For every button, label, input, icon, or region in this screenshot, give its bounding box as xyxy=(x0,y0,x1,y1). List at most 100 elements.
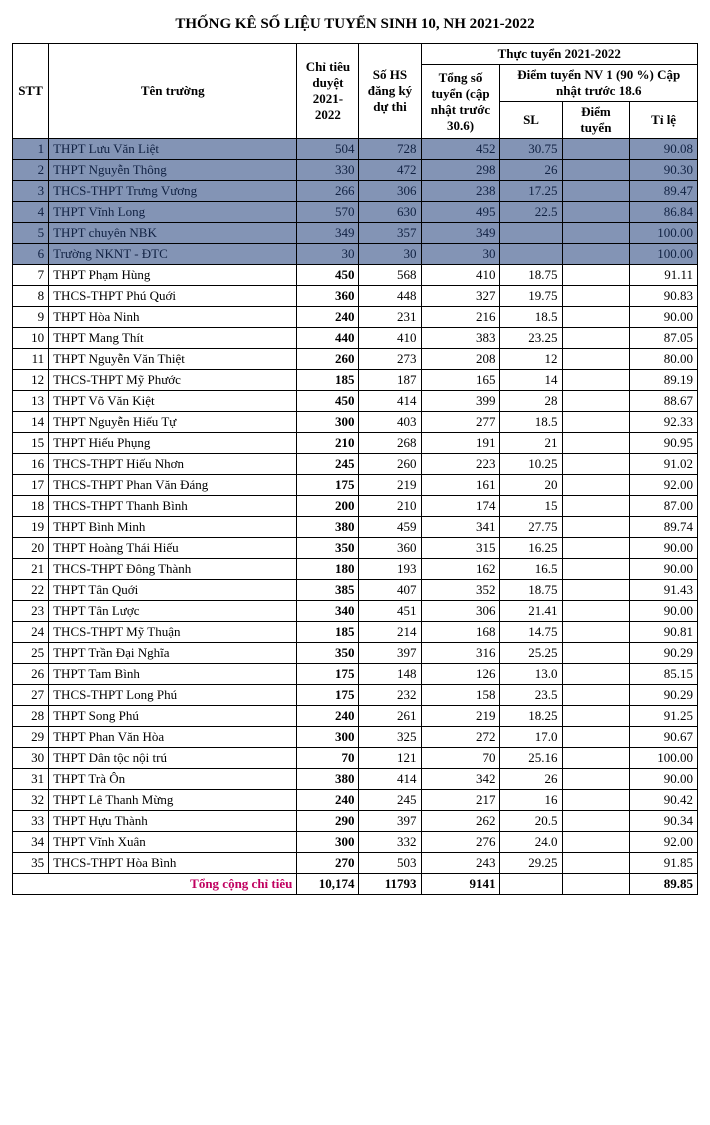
table-cell: 245 xyxy=(297,454,359,475)
table-cell: 349 xyxy=(421,223,500,244)
table-cell: 5 xyxy=(13,223,49,244)
table-cell: 450 xyxy=(297,265,359,286)
table-cell xyxy=(562,412,630,433)
table-row: 32THPT Lê Thanh Mừng2402452171690.42 xyxy=(13,790,698,811)
table-cell: 208 xyxy=(421,349,500,370)
table-cell: 341 xyxy=(421,517,500,538)
table-cell: 261 xyxy=(359,706,421,727)
table-cell: THPT Hiếu Phụng xyxy=(49,433,297,454)
table-cell: 162 xyxy=(421,559,500,580)
table-cell: THPT Mang Thít xyxy=(49,328,297,349)
table-row: 27THCS-THPT Long Phú17523215823.590.29 xyxy=(13,685,698,706)
table-cell: THCS-THPT Phan Văn Đáng xyxy=(49,475,297,496)
table-cell: 91.11 xyxy=(630,265,698,286)
table-cell: 17.25 xyxy=(500,181,562,202)
table-cell xyxy=(562,223,630,244)
table-cell: THPT Bình Minh xyxy=(49,517,297,538)
table-cell: 440 xyxy=(297,328,359,349)
table-cell: 26 xyxy=(500,160,562,181)
table-cell: 26 xyxy=(500,769,562,790)
table-cell: 80.00 xyxy=(630,349,698,370)
header-so-hs: Số HS đăng ký dự thi xyxy=(359,44,421,139)
table-row: 16THCS-THPT Hiếu Nhơn24526022310.2591.02 xyxy=(13,454,698,475)
table-cell: THCS-THPT Long Phú xyxy=(49,685,297,706)
table-cell: 260 xyxy=(359,454,421,475)
table-cell: 360 xyxy=(297,286,359,307)
table-cell xyxy=(562,286,630,307)
table-cell: 270 xyxy=(297,853,359,874)
total-cell: 9141 xyxy=(421,874,500,895)
table-row: 30THPT Dân tộc nội trú701217025.16100.00 xyxy=(13,748,698,769)
table-cell: 219 xyxy=(421,706,500,727)
table-cell: 23.5 xyxy=(500,685,562,706)
table-cell: 21 xyxy=(13,559,49,580)
table-cell xyxy=(562,685,630,706)
table-cell: 20 xyxy=(13,538,49,559)
table-cell: 126 xyxy=(421,664,500,685)
table-cell: 17.0 xyxy=(500,727,562,748)
table-row: 7THPT Phạm Hùng45056841018.7591.11 xyxy=(13,265,698,286)
table-cell: 30 xyxy=(13,748,49,769)
table-cell: THCS-THPT Mỹ Phước xyxy=(49,370,297,391)
table-cell xyxy=(562,370,630,391)
table-cell: 380 xyxy=(297,517,359,538)
table-cell: 238 xyxy=(421,181,500,202)
table-cell: 91.02 xyxy=(630,454,698,475)
table-cell: 27 xyxy=(13,685,49,706)
table-cell: 90.30 xyxy=(630,160,698,181)
table-row: 11THPT Nguyễn Văn Thiệt2602732081280.00 xyxy=(13,349,698,370)
table-cell xyxy=(562,811,630,832)
table-cell: 214 xyxy=(359,622,421,643)
table-row: 10THPT Mang Thít44041038323.2587.05 xyxy=(13,328,698,349)
table-cell: 216 xyxy=(421,307,500,328)
table-cell: 90.29 xyxy=(630,685,698,706)
table-cell: 21.41 xyxy=(500,601,562,622)
table-cell: THCS-THPT Hòa Bình xyxy=(49,853,297,874)
total-cell: 11793 xyxy=(359,874,421,895)
table-cell: 300 xyxy=(297,832,359,853)
header-sl: SL xyxy=(500,102,562,139)
header-chi-tieu: Chỉ tiêu duyệt 2021-2022 xyxy=(297,44,359,139)
table-cell xyxy=(562,832,630,853)
table-cell: 300 xyxy=(297,727,359,748)
table-cell: THPT Võ Văn Kiệt xyxy=(49,391,297,412)
table-cell: 276 xyxy=(421,832,500,853)
table-cell: 91.85 xyxy=(630,853,698,874)
table-cell: 35 xyxy=(13,853,49,874)
table-row: 23THPT Tân Lược34045130621.4190.00 xyxy=(13,601,698,622)
table-cell: 17 xyxy=(13,475,49,496)
table-cell: 85.15 xyxy=(630,664,698,685)
table-cell: 180 xyxy=(297,559,359,580)
table-cell: Trường NKNT - ĐTC xyxy=(49,244,297,265)
table-cell: 90.08 xyxy=(630,139,698,160)
table-cell: THPT Tân Lược xyxy=(49,601,297,622)
header-thuc-tuyen: Thực tuyển 2021-2022 xyxy=(421,44,698,65)
table-cell: 187 xyxy=(359,370,421,391)
table-cell: 25.25 xyxy=(500,643,562,664)
table-cell: 245 xyxy=(359,790,421,811)
table-cell: 89.74 xyxy=(630,517,698,538)
table-cell: 298 xyxy=(421,160,500,181)
table-cell xyxy=(562,538,630,559)
table-cell xyxy=(562,769,630,790)
table-cell: 7 xyxy=(13,265,49,286)
table-cell: THCS-THPT Phú Quới xyxy=(49,286,297,307)
table-total-row: Tổng cộng chỉ tiêu10,17411793914189.85 xyxy=(13,874,698,895)
page-title: THỐNG KÊ SỐ LIỆU TUYỂN SINH 10, NH 2021-… xyxy=(12,12,698,43)
table-cell: 90.67 xyxy=(630,727,698,748)
table-cell: 350 xyxy=(297,643,359,664)
table-cell xyxy=(562,790,630,811)
table-cell: THPT Tân Quới xyxy=(49,580,297,601)
table-cell: 25 xyxy=(13,643,49,664)
table-cell: 342 xyxy=(421,769,500,790)
header-tong-so: Tổng số tuyển (cập nhật trước 30.6) xyxy=(421,65,500,139)
table-cell: 350 xyxy=(297,538,359,559)
table-cell: THPT Nguyễn Hiếu Tự xyxy=(49,412,297,433)
table-row: 19THPT Bình Minh38045934127.7589.74 xyxy=(13,517,698,538)
table-cell: 30 xyxy=(421,244,500,265)
table-row: 25THPT Trần Đại Nghĩa35039731625.2590.29 xyxy=(13,643,698,664)
table-cell: THPT Hòa Ninh xyxy=(49,307,297,328)
table-row: 33THPT Hựu Thành29039726220.590.34 xyxy=(13,811,698,832)
table-cell xyxy=(562,643,630,664)
table-cell xyxy=(562,748,630,769)
